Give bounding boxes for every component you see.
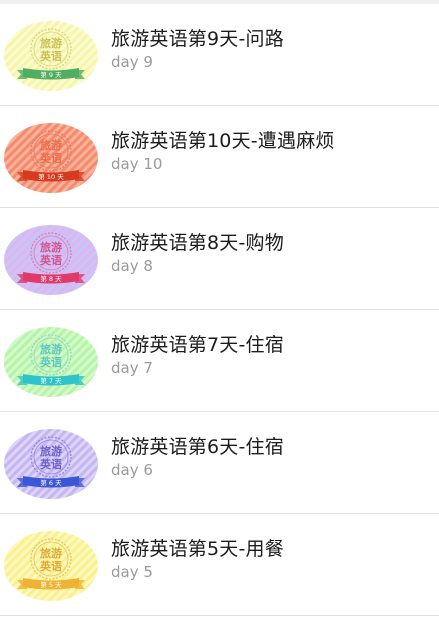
- badge-text-line1: 旅游: [40, 444, 62, 458]
- badge-graphic: 旅游英语第 10 天: [4, 123, 98, 193]
- lesson-item[interactable]: 旅游 英语第 5 天 旅游英语第5天-用餐 day 5: [0, 514, 439, 616]
- lesson-day-label: day 9: [111, 53, 153, 71]
- lesson-title: 旅游英语第7天-住宿: [111, 334, 284, 356]
- badge-text-line1: 旅游: [40, 240, 62, 254]
- lesson-title: 旅游英语第6天-住宿: [111, 436, 284, 458]
- lesson-thumbnail: 旅游 英语第 6 天: [3, 428, 99, 500]
- badge-text-line2: 英语: [39, 151, 62, 165]
- lesson-title: 旅游英语第8天-购物: [111, 232, 284, 254]
- badge-ribbon-text: 第 8 天: [40, 274, 62, 283]
- lesson-thumbnail: 旅游 英语第 7 天: [3, 326, 99, 398]
- badge-graphic: 旅游英语第 6 天: [4, 429, 98, 499]
- badge-text-line1: 旅游: [40, 138, 62, 152]
- lesson-day-label: day 5: [111, 563, 153, 581]
- badge-text-line1: 旅游: [40, 546, 62, 560]
- lesson-list: 旅游 英语第 9 天 旅游英语第9天-问路 day 9 旅游 英语第 10 天 旅游…: [0, 4, 439, 616]
- badge-text-line1: 旅游: [40, 342, 62, 356]
- lesson-item[interactable]: 旅游 英语第 6 天 旅游英语第6天-住宿 day 6: [0, 412, 439, 514]
- lesson-title: 旅游英语第5天-用餐: [111, 538, 284, 560]
- badge-ribbon-text: 第 7 天: [40, 376, 62, 385]
- lesson-day-label: day 8: [111, 257, 153, 275]
- lesson-item[interactable]: 旅游 英语第 9 天 旅游英语第9天-问路 day 9: [0, 4, 439, 106]
- badge-text-line2: 英语: [39, 253, 62, 267]
- badge-text-line2: 英语: [39, 49, 62, 63]
- badge-text-line2: 英语: [39, 457, 62, 471]
- badge-ribbon-text: 第 9 天: [40, 70, 62, 79]
- lesson-day-label: day 6: [111, 461, 153, 479]
- lesson-thumbnail: 旅游 英语第 8 天: [3, 224, 99, 296]
- badge-graphic: 旅游英语第 8 天: [4, 225, 98, 295]
- lesson-item[interactable]: 旅游 英语第 10 天 旅游英语第10天-遭遇麻烦 day 10: [0, 106, 439, 208]
- lesson-title: 旅游英语第10天-遭遇麻烦: [111, 130, 335, 152]
- badge-text-line2: 英语: [39, 355, 62, 369]
- lesson-item[interactable]: 旅游 英语第 7 天 旅游英语第7天-住宿 day 7: [0, 310, 439, 412]
- badge-ribbon-text: 第 6 天: [40, 478, 62, 487]
- badge-ribbon-text: 第 10 天: [38, 172, 64, 181]
- lesson-item[interactable]: 旅游 英语第 8 天 旅游英语第8天-购物 day 8: [0, 208, 439, 310]
- lesson-thumbnail: 旅游 英语第 5 天: [3, 530, 99, 602]
- badge-graphic: 旅游英语第 9 天: [4, 21, 98, 91]
- lesson-day-label: day 7: [111, 359, 153, 377]
- lesson-title: 旅游英语第9天-问路: [111, 28, 284, 50]
- lesson-day-label: day 10: [111, 155, 163, 173]
- badge-graphic: 旅游英语第 7 天: [4, 327, 98, 397]
- lesson-thumbnail: 旅游 英语第 10 天: [3, 122, 99, 194]
- badge-text-line2: 英语: [39, 559, 62, 573]
- badge-graphic: 旅游英语第 5 天: [4, 531, 98, 601]
- badge-text-line1: 旅游: [40, 36, 62, 50]
- lesson-thumbnail: 旅游 英语第 9 天: [3, 20, 99, 92]
- badge-ribbon-text: 第 5 天: [40, 580, 62, 589]
